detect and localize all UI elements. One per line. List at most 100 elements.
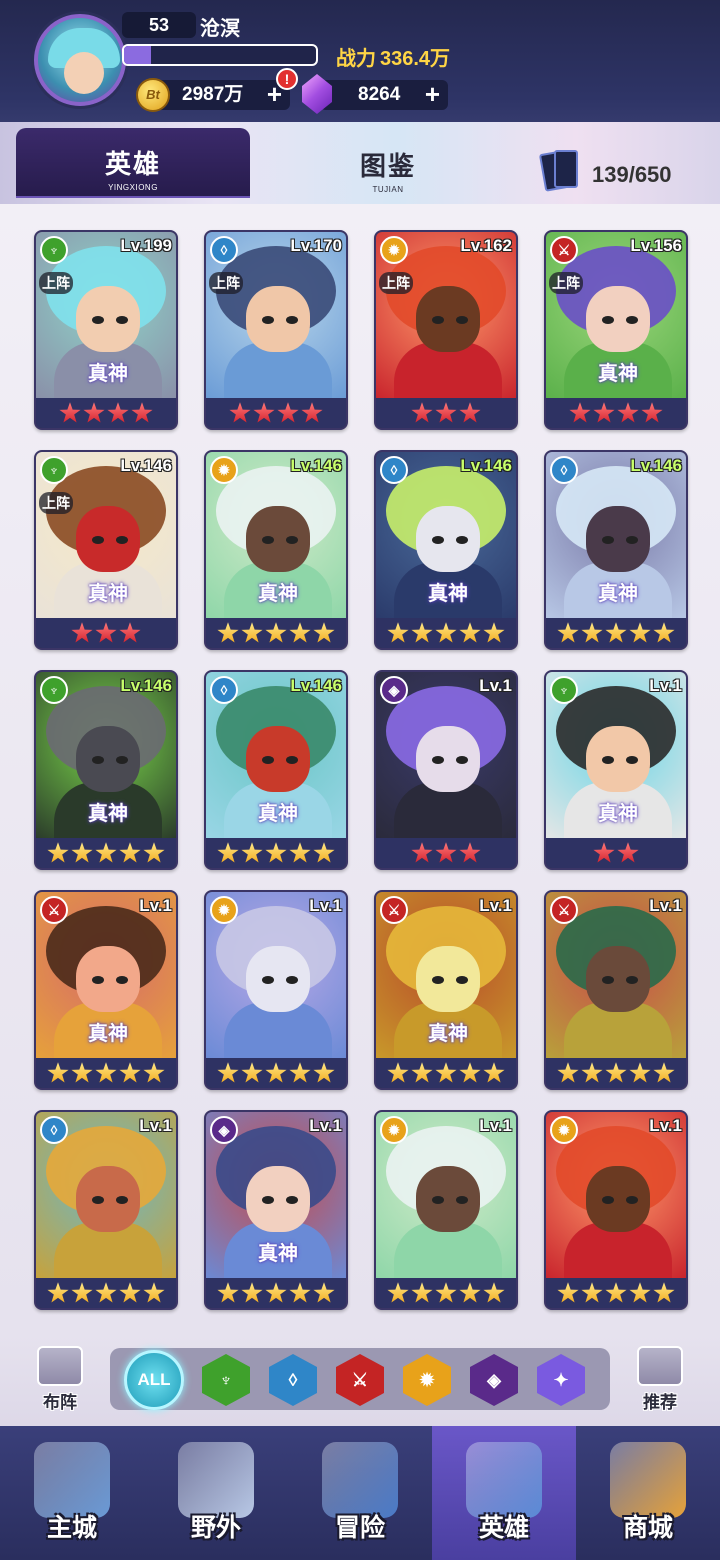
hero-card[interactable]: ◈ Lv.1 [374,670,518,870]
player-header: 53 沧溟 战力 336.4万 2987万 + Bt ! 8264 + [0,0,720,140]
hero-card[interactable]: ✹ Lv.1 [544,1110,688,1310]
formation-button[interactable]: 布阵 [30,1346,90,1414]
filter-nature-icon[interactable]: ♆ [202,1354,250,1406]
star-icon [617,402,639,423]
star-icon [569,402,591,423]
nav-item[interactable]: 商城 [576,1426,720,1560]
hero-level: Lv.162 [460,236,512,255]
tab-heroes[interactable]: 英雄 YINGXIONG [16,128,250,198]
star-icon [593,842,615,863]
tab-codex[interactable]: 图鉴 TUJIAN [300,128,476,198]
star-icon [459,402,481,423]
faction-nature-icon: ♆ [40,676,68,704]
faction-water-icon: ◊ [210,676,238,704]
true-god-badge: 真神 [250,572,306,616]
star-rating [546,838,686,868]
hero-card[interactable]: ◊ Lv.170 上阵 [204,230,348,430]
star-icon [71,1062,93,1083]
star-icon [387,622,409,643]
star-icon [241,1062,263,1083]
faction-water-icon: ◊ [210,236,238,264]
star-icon [241,1282,263,1303]
star-rating [376,398,516,428]
filter-all-button[interactable]: ALL [124,1350,184,1410]
star-icon [71,622,93,643]
hero-card[interactable]: ◊ Lv.146 真神 [204,670,348,870]
true-god-badge: 真神 [80,1012,136,1056]
star-icon [313,1062,335,1083]
star-icon [59,402,81,423]
player-avatar[interactable] [34,14,126,106]
star-rating [206,1058,346,1088]
nav-item[interactable]: 野外 [144,1426,288,1560]
star-icon [483,1062,505,1083]
coin-counter: 2987万 + [150,80,290,110]
hero-card[interactable]: ⚔ Lv.1 [544,890,688,1090]
recommend-button[interactable]: 推荐 [630,1346,690,1414]
faction-water-icon: ◊ [40,1116,68,1144]
faction-fire-icon: ⚔ [550,236,578,264]
hero-card[interactable]: ◊ Lv.146 真神 [374,450,518,650]
star-icon [483,622,505,643]
hero-level: Lv.1 [649,676,682,695]
hero-card[interactable]: ◊ Lv.1 [34,1110,178,1310]
star-icon [313,622,335,643]
hero-card[interactable]: ✹ Lv.162 上阵 [374,230,518,430]
star-icon [313,842,335,863]
hero-card[interactable]: ⚔ Lv.1 真神 [34,890,178,1090]
star-icon [277,402,299,423]
hero-card[interactable]: ◈ Lv.1 真神 [204,1110,348,1310]
hero-card[interactable]: ⚔ Lv.156 上阵 真神 [544,230,688,430]
gem-amount: 8264 [358,84,401,105]
star-icon [435,622,457,643]
star-icon [95,1282,117,1303]
hero-card[interactable]: ♆ Lv.1 真神 [544,670,688,870]
star-icon [653,1282,675,1303]
hero-card[interactable]: ✹ Lv.1 [204,890,348,1090]
true-god-badge: 真神 [250,1232,306,1276]
hero-card[interactable]: ✹ Lv.146 真神 [204,450,348,650]
nav-item[interactable]: 冒险 [288,1426,432,1560]
hero-level: Lv.146 [120,676,172,695]
star-icon [301,402,323,423]
hero-card[interactable]: ⚔ Lv.1 真神 [374,890,518,1090]
filter-arcane-icon[interactable]: ✦ [537,1354,585,1406]
nav-item[interactable]: 英雄 [432,1426,576,1560]
hero-level: Lv.1 [649,1116,682,1135]
star-icon [411,622,433,643]
filter-bar: 布阵 ALL ♆ ◊ ⚔ ✹ ◈ ✦ 推荐 [0,1334,720,1426]
star-icon [459,1062,481,1083]
star-rating [376,618,516,648]
star-icon [387,1282,409,1303]
hero-card[interactable]: ♆ Lv.199 上阵 真神 [34,230,178,430]
star-icon [217,1282,239,1303]
faction-light-icon: ✹ [210,456,238,484]
star-icon [95,842,117,863]
cards-icon [538,148,580,192]
filter-water-icon[interactable]: ◊ [269,1354,317,1406]
filter-shadow-icon[interactable]: ◈ [470,1354,518,1406]
true-god-badge: 真神 [590,792,646,836]
nav-item[interactable]: 主城 [0,1426,144,1560]
add-gems-button[interactable]: + [425,80,440,108]
hero-card[interactable]: ✹ Lv.1 [374,1110,518,1310]
star-rating [376,1278,516,1308]
hero-card[interactable]: ♆ Lv.146 上阵 真神 [34,450,178,650]
deployed-badge: 上阵 [39,492,73,514]
exp-bar [122,44,318,66]
hero-level: Lv.146 [290,676,342,695]
filter-fire-icon[interactable]: ⚔ [336,1354,384,1406]
star-icon [387,1062,409,1083]
star-rating [206,398,346,428]
filter-light-icon[interactable]: ✹ [403,1354,451,1406]
coin-amount: 2987万 [182,84,244,105]
star-icon [313,1282,335,1303]
true-god-badge: 真神 [80,352,136,396]
true-god-badge: 真神 [420,1012,476,1056]
coin-icon: Bt [136,78,170,112]
true-god-badge: 真神 [80,792,136,836]
true-god-badge: 真神 [250,792,306,836]
hero-card[interactable]: ♆ Lv.146 真神 [34,670,178,870]
hero-card[interactable]: ◊ Lv.146 真神 [544,450,688,650]
true-god-badge: 真神 [590,352,646,396]
